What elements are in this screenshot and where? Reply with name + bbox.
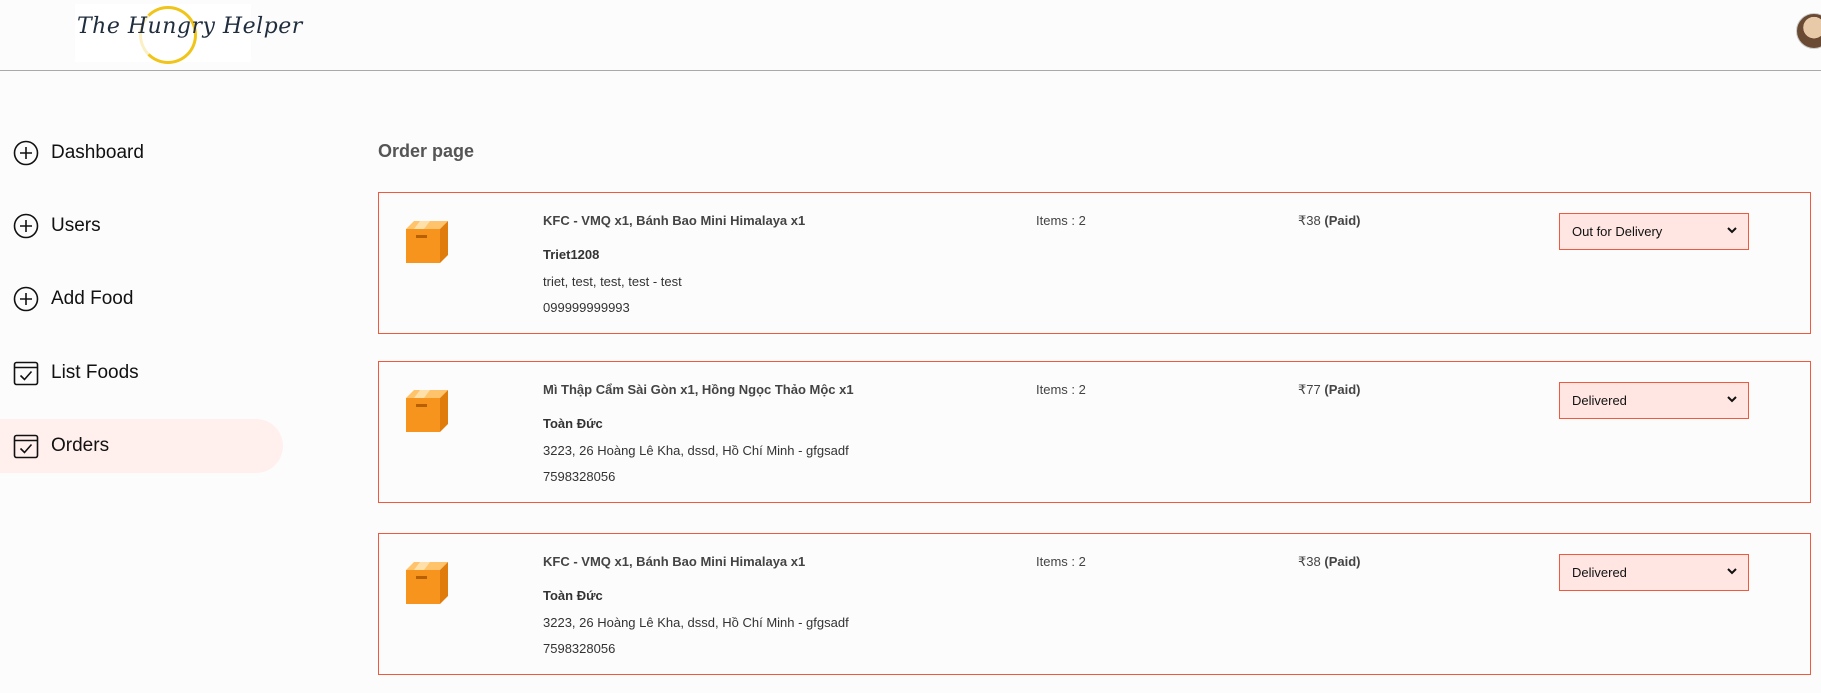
chevron-down-icon bbox=[1726, 565, 1738, 580]
checkbox-icon bbox=[12, 433, 39, 460]
plus-circle-icon bbox=[12, 140, 39, 167]
amount-value: ₹38 bbox=[1298, 213, 1321, 228]
customer-name: Toàn Đức bbox=[543, 588, 603, 603]
chevron-down-icon bbox=[1726, 393, 1738, 408]
payment-status: (Paid) bbox=[1324, 382, 1361, 397]
sidebar-item-label: Dashboard bbox=[51, 142, 144, 163]
status-value: Delivered bbox=[1572, 565, 1627, 580]
customer-address: triet, test, test, test - test bbox=[543, 274, 682, 289]
checkbox-icon bbox=[12, 360, 39, 387]
sidebar-item-label: Orders bbox=[51, 435, 110, 456]
order-amount: ₹38 (Paid) bbox=[1298, 213, 1360, 229]
parcel-icon bbox=[404, 560, 450, 606]
customer-address: 3223, 26 Hoàng Lê Kha, dssd, Hồ Chí Minh… bbox=[543, 615, 849, 630]
order-items: Mì Thập Cẩm Sài Gòn x1, Hồng Ngọc Thảo M… bbox=[543, 382, 854, 397]
sidebar-item-label: List Foods bbox=[51, 362, 139, 383]
sidebar-item-add-food[interactable]: Add Food bbox=[0, 272, 283, 326]
customer-phone: 099999999993 bbox=[543, 300, 630, 315]
amount-value: ₹77 bbox=[1298, 382, 1321, 397]
customer-phone: 7598328056 bbox=[543, 469, 616, 484]
sidebar-item-label: Users bbox=[51, 215, 101, 236]
order-items: KFC - VMQ x1, Bánh Bao Mini Himalaya x1 bbox=[543, 213, 806, 228]
item-count: Items : 2 bbox=[1036, 554, 1086, 569]
item-count: Items : 2 bbox=[1036, 213, 1086, 228]
chevron-down-icon bbox=[1726, 224, 1738, 239]
sidebar-item-dashboard[interactable]: Dashboard bbox=[0, 126, 283, 180]
customer-phone: 7598328056 bbox=[543, 641, 616, 656]
sidebar-item-list-foods[interactable]: List Foods bbox=[0, 346, 283, 400]
order-card: Mì Thập Cẩm Sài Gòn x1, Hồng Ngọc Thảo M… bbox=[378, 361, 1811, 503]
status-select[interactable]: Delivered bbox=[1559, 554, 1749, 591]
parcel-icon bbox=[404, 219, 450, 265]
status-value: Delivered bbox=[1572, 393, 1627, 408]
order-card: KFC - VMQ x1, Bánh Bao Mini Himalaya x1 … bbox=[378, 533, 1811, 675]
parcel-icon bbox=[404, 388, 450, 434]
order-amount: ₹38 (Paid) bbox=[1298, 554, 1360, 570]
plus-circle-icon bbox=[12, 286, 39, 313]
profile-avatar[interactable] bbox=[1796, 13, 1821, 49]
status-select[interactable]: Out for Delivery bbox=[1559, 213, 1749, 250]
plus-circle-icon bbox=[12, 213, 39, 240]
status-value: Out for Delivery bbox=[1572, 224, 1663, 239]
top-navbar: The Hungry Helper bbox=[0, 0, 1821, 71]
sidebar-item-orders[interactable]: Orders bbox=[0, 419, 283, 473]
payment-status: (Paid) bbox=[1324, 554, 1361, 569]
order-items: KFC - VMQ x1, Bánh Bao Mini Himalaya x1 bbox=[543, 554, 806, 569]
sidebar-item-label: Add Food bbox=[51, 288, 134, 309]
status-select[interactable]: Delivered bbox=[1559, 382, 1749, 419]
amount-value: ₹38 bbox=[1298, 554, 1321, 569]
customer-name: Triet1208 bbox=[543, 247, 600, 262]
customer-address: 3223, 26 Hoàng Lê Kha, dssd, Hồ Chí Minh… bbox=[543, 443, 849, 458]
payment-status: (Paid) bbox=[1324, 213, 1361, 228]
sidebar-item-users[interactable]: Users bbox=[0, 199, 283, 253]
order-card: KFC - VMQ x1, Bánh Bao Mini Himalaya x1 … bbox=[378, 192, 1811, 334]
order-amount: ₹77 (Paid) bbox=[1298, 382, 1360, 398]
item-count: Items : 2 bbox=[1036, 382, 1086, 397]
logo-text: The Hungry Helper bbox=[77, 14, 303, 39]
page-title: Order page bbox=[378, 141, 475, 161]
app-logo[interactable]: The Hungry Helper bbox=[75, 4, 303, 64]
customer-name: Toàn Đức bbox=[543, 416, 603, 431]
